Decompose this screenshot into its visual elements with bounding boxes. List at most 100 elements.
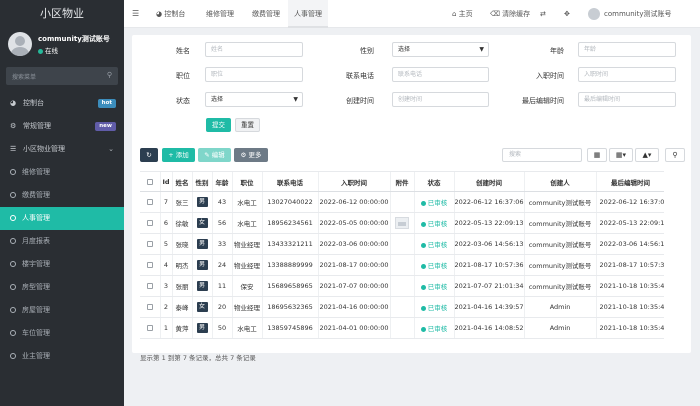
row-checkbox[interactable] <box>140 275 160 297</box>
col-position[interactable]: 职位 <box>231 171 262 192</box>
select-all-checkbox[interactable] <box>140 171 160 192</box>
clear-cache-button[interactable]: ⌫ 清除缓存 <box>490 0 530 28</box>
edit-button[interactable]: ✎ 编辑 <box>198 148 231 162</box>
sidebar-subitem-payment[interactable]: 缴费管理 <box>0 184 124 207</box>
columns-button[interactable]: ▦▾ <box>609 148 633 162</box>
tab-payment[interactable]: 缴费管理 <box>246 0 286 28</box>
filter-sex-select[interactable]: 选择 ▼ <box>392 42 489 57</box>
cell-phone: 15689658965 <box>261 275 318 297</box>
export-button[interactable]: ▲▾ <box>635 148 659 162</box>
col-attachment[interactable]: 附件 <box>389 171 414 192</box>
table-row[interactable]: 1 黄萍男 50 水电工 13859745896 2021-04-01 00:00:00 已… <box>140 317 665 339</box>
submit-button[interactable]: 提交 <box>206 118 231 132</box>
cell-name: 张丽 <box>171 275 192 297</box>
row-checkbox[interactable] <box>140 233 160 255</box>
table-row[interactable]: 5 张晓男 33 物业经理 13433321211 2022-03-06 00:00:00… <box>140 233 665 255</box>
checkbox-icon[interactable] <box>146 304 153 310</box>
row-checkbox[interactable] <box>140 317 160 339</box>
filter-phone-input[interactable]: 联系电话 <box>392 67 489 82</box>
cell-created: 2022-06-12 16:37:06 <box>453 191 525 213</box>
checkbox-icon[interactable] <box>146 262 153 268</box>
table-row[interactable]: 7 张三男 43 水电工 13027040022 2022-06-12 00:00:00 已… <box>140 191 665 213</box>
table-row[interactable]: 6 徐敏女 56 水电工 18956234561 2022-05-05 00:00:00 已… <box>140 212 665 234</box>
col-sex[interactable]: 性别 <box>191 171 212 192</box>
sidebar-subitem-label: 楼宇管理 <box>22 260 50 268</box>
cell-id: 3 <box>159 275 172 297</box>
col-create-time[interactable]: 创建时间 <box>453 171 525 192</box>
filter-edit-input[interactable]: 最后编辑时间 <box>578 92 676 107</box>
row-checkbox[interactable] <box>140 296 160 318</box>
col-creator[interactable]: 创建人 <box>523 171 597 192</box>
checkbox-icon[interactable] <box>146 178 153 185</box>
col-entry-time[interactable]: 入职时间 <box>317 171 390 192</box>
filter-position-input[interactable]: 职位 <box>205 67 303 82</box>
checkbox-icon[interactable] <box>146 199 153 205</box>
tab-dashboard[interactable]: ◕ 控制台 <box>150 0 191 28</box>
table-row[interactable]: 4 明杰男 24 物业经理 13388889999 2021-08-17 00:00:00… <box>140 254 665 276</box>
filter-status-select[interactable]: 选择 ▼ <box>205 92 303 107</box>
advanced-search-button[interactable]: ⚲ <box>665 148 685 162</box>
sidebar-subitem-house[interactable]: 房屋管理 <box>0 299 124 322</box>
cell-age: 50 <box>211 317 232 339</box>
filter-name-input[interactable]: 姓名 <box>205 42 303 57</box>
language-icon[interactable]: ⇄ <box>540 0 546 28</box>
filter-create-input[interactable]: 创建时间 <box>392 92 489 107</box>
sidebar-subitem-label: 人事管理 <box>22 214 50 222</box>
checkbox-icon[interactable] <box>146 325 153 331</box>
col-last-edit-time[interactable]: 最后编辑时间 <box>595 171 665 192</box>
filter-sex-label: 性别 <box>360 47 374 55</box>
dashboard-icon: ◕ <box>10 99 17 107</box>
more-button[interactable]: ⚙ 更多 <box>234 148 268 162</box>
sidebar-item-dashboard[interactable]: ◕ 控制台 hot <box>0 92 124 115</box>
col-phone[interactable]: 联系电话 <box>261 171 318 192</box>
row-checkbox[interactable] <box>140 212 160 234</box>
row-checkbox[interactable] <box>140 191 160 213</box>
cell-status: 已审核 <box>413 296 454 318</box>
sidebar-subitem-parking[interactable]: 车位管理 <box>0 322 124 345</box>
add-button[interactable]: + 添加 <box>162 148 195 162</box>
filter-edit-label: 最后编辑时间 <box>522 97 564 105</box>
sidebar-subitem-monthly-report[interactable]: 月度报表 <box>0 230 124 253</box>
toggle-view-button[interactable]: ▦ <box>587 148 607 162</box>
table-row[interactable]: 3 张丽男 11 保安 15689658965 2021-07-07 00:00:00 已审… <box>140 275 665 297</box>
checkbox-icon[interactable] <box>146 220 153 226</box>
refresh-button[interactable]: ↻ <box>140 148 158 162</box>
fullscreen-icon[interactable]: ✥ <box>564 0 570 28</box>
tab-repair[interactable]: 维修管理 <box>200 0 240 28</box>
row-checkbox[interactable] <box>140 254 160 276</box>
sidebar-item-property[interactable]: ☰ 小区物业管理 ⌄ <box>0 138 124 161</box>
cell-attach <box>389 254 414 276</box>
search-icon[interactable]: ⚲ <box>107 71 112 79</box>
status-text: 已审核 <box>427 199 448 207</box>
sidebar-item-general[interactable]: ⚙ 常规管理 new <box>0 115 124 138</box>
menu-toggle-icon[interactable]: ☰ <box>132 9 139 18</box>
col-id[interactable]: Id <box>159 171 172 192</box>
checkbox-icon[interactable] <box>146 241 153 247</box>
col-status[interactable]: 状态 <box>413 171 454 192</box>
menu-search-input[interactable]: 搜索菜单 ⚲ <box>6 67 118 85</box>
sidebar-subitem-personnel[interactable]: 人事管理 <box>0 207 124 230</box>
sidebar-subitem-room-type[interactable]: 房型管理 <box>0 276 124 299</box>
filter-age-input[interactable]: 年龄 <box>578 42 676 57</box>
cell-attach <box>389 212 414 234</box>
tab-personnel[interactable]: 人事管理 <box>288 0 328 28</box>
table-row[interactable]: 2 泰峰女 20 物业经理 18695632365 2021-04-16 00:00:00… <box>140 296 665 318</box>
filter-entry-input[interactable]: 入职时间 <box>578 67 676 82</box>
home-link[interactable]: ⌂ 主页 <box>452 0 473 28</box>
table-search-input[interactable]: 搜索 <box>502 148 582 162</box>
image-thumbnail[interactable] <box>395 217 409 229</box>
circle-icon <box>10 192 16 198</box>
online-dot-icon <box>38 48 43 54</box>
col-age[interactable]: 年龄 <box>211 171 232 192</box>
sidebar-subitem-repair[interactable]: 维修管理 <box>0 161 124 184</box>
filter-phone-label: 联系电话 <box>346 72 374 80</box>
user-avatar[interactable] <box>588 8 600 20</box>
sidebar-subitem-building[interactable]: 楼宇管理 <box>0 253 124 276</box>
cell-sex: 男 <box>191 191 212 213</box>
checkbox-icon[interactable] <box>146 283 153 289</box>
user-menu[interactable]: community测试账号 <box>604 0 671 28</box>
sidebar-subitem-owner[interactable]: 业主管理 <box>0 345 124 368</box>
reset-button[interactable]: 重置 <box>235 118 260 132</box>
cell-creator: community测试账号 <box>523 233 597 255</box>
col-name[interactable]: 姓名 <box>171 171 192 192</box>
